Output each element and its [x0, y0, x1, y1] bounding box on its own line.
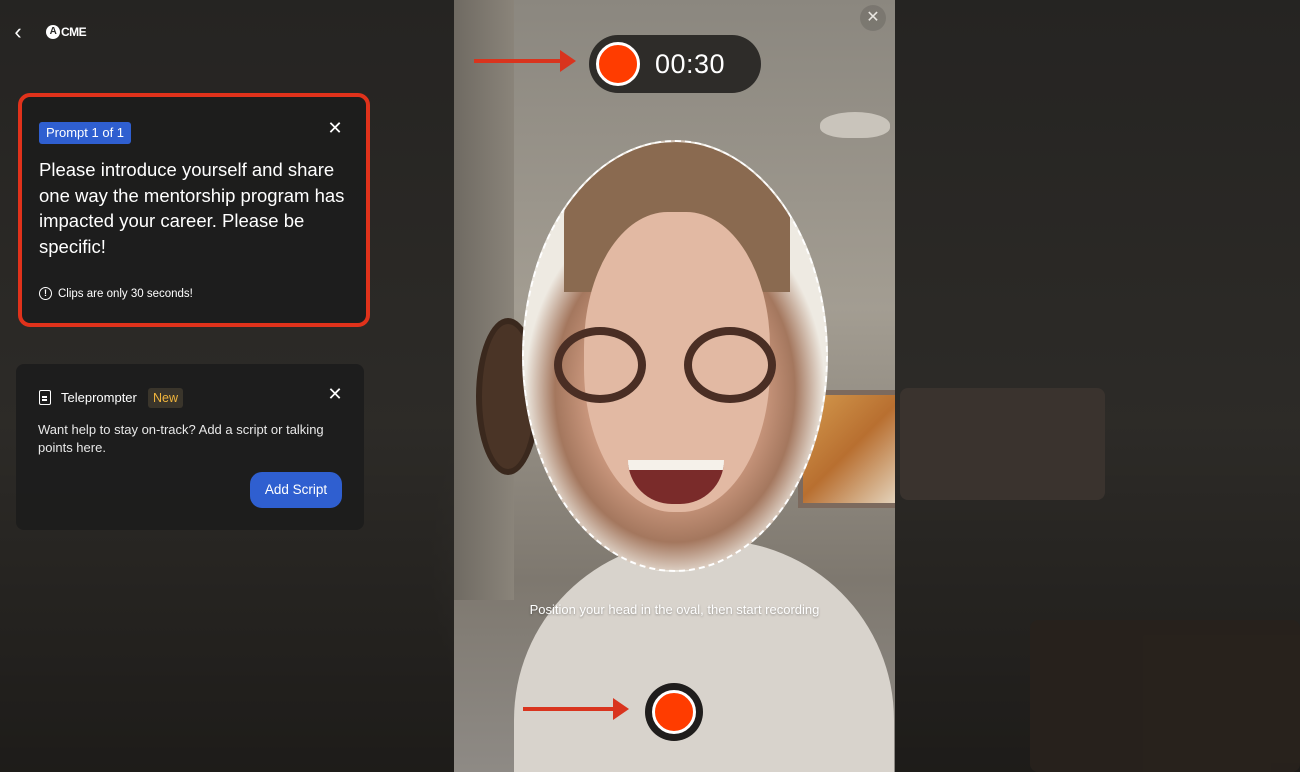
glasses-right-lens: [684, 327, 776, 403]
recording-indicator-icon: [596, 42, 640, 86]
annotation-arrow-record: [523, 698, 629, 720]
chevron-left-icon: ‹: [14, 19, 22, 44]
teleprompter-close-icon[interactable]: ✕: [325, 384, 345, 404]
info-icon: !: [39, 287, 52, 300]
camera-hint: Position your head in the oval, then sta…: [529, 602, 820, 617]
prompt-note: ! Clips are only 30 seconds!: [39, 287, 193, 300]
camera-close-icon[interactable]: ✕: [860, 5, 886, 31]
prompt-text: Please introduce yourself and share one …: [39, 159, 345, 257]
face-guide-oval: [522, 140, 828, 572]
acme-logo: A CME: [46, 25, 87, 39]
prompt-card: Prompt 1 of 1 ✕ Please introduce yoursel…: [18, 93, 370, 327]
teleprompter-description: Want help to stay on-track? Add a script…: [38, 422, 324, 455]
camera-wall: [454, 0, 514, 600]
camera-ceiling-light: [820, 112, 890, 138]
recording-timer: 00:30: [589, 35, 761, 93]
logo-text: CME: [61, 25, 87, 39]
add-script-button[interactable]: Add Script: [250, 472, 342, 508]
teleprompter-title: Teleprompter: [61, 390, 137, 405]
new-badge: New: [148, 388, 184, 408]
teleprompter-card: Teleprompter New ✕ Want help to stay on-…: [16, 364, 364, 530]
record-icon: [652, 690, 696, 734]
timer-value: 00:30: [655, 49, 726, 79]
camera-person-body: [514, 540, 894, 772]
document-icon: [39, 390, 51, 405]
glasses-left-lens: [554, 327, 646, 403]
prompt-close-icon[interactable]: ✕: [325, 118, 345, 138]
record-button[interactable]: [645, 683, 703, 741]
logo-mark: A: [46, 25, 60, 39]
prompt-badge: Prompt 1 of 1: [39, 122, 132, 144]
prompt-note-text: Clips are only 30 seconds!: [58, 287, 193, 300]
back-button[interactable]: ‹: [8, 20, 28, 44]
annotation-arrow-timer: [474, 50, 576, 72]
